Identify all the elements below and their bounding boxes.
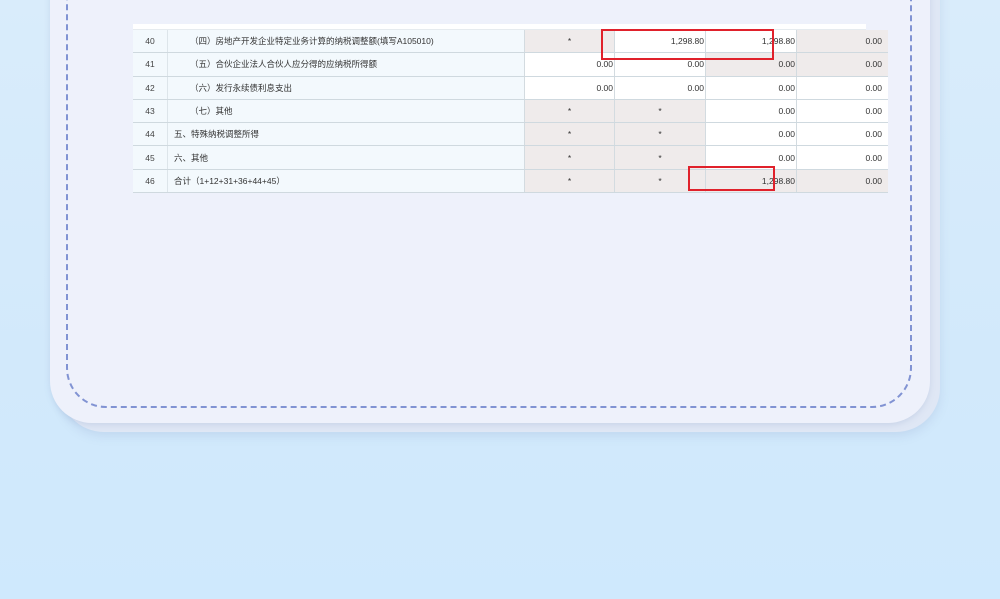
editable-amount-cell[interactable]: 0.00 <box>796 76 888 100</box>
editable-amount-cell[interactable]: 0.00 <box>705 76 797 100</box>
row-number: 45 <box>133 145 168 170</box>
row-label: 五、特殊纳税调整所得 <box>167 122 525 147</box>
readonly-amount-cell: 1,298.80 <box>705 169 797 194</box>
table-row: 43 （七）其他 * * 0.00 0.00 <box>133 99 888 124</box>
row-number: 41 <box>133 52 168 77</box>
editable-amount-cell[interactable]: 0.00 <box>796 145 888 170</box>
readonly-amount-cell: * <box>524 169 615 194</box>
editable-amount-cell[interactable]: 0.00 <box>705 99 797 124</box>
table-row: 41 （五）合伙企业法人合伙人应分得的应纳税所得额 0.00 0.00 0.00 0.00 <box>133 52 888 77</box>
readonly-amount-cell: 0.00 <box>796 169 888 194</box>
readonly-amount-cell: * <box>614 99 706 124</box>
readonly-amount-cell: * <box>614 122 706 147</box>
editable-amount-cell[interactable]: 1,298.80 <box>705 30 797 54</box>
readonly-amount-cell: * <box>614 169 706 194</box>
editable-amount-cell[interactable]: 0.00 <box>705 122 797 147</box>
readonly-amount-cell: 0.00 <box>796 30 888 54</box>
readonly-amount-cell: * <box>524 30 615 54</box>
readonly-amount-cell: * <box>524 145 615 170</box>
row-number: 43 <box>133 99 168 124</box>
tax-adjustment-table-screenshot: 40 （四）房地产开发企业特定业务计算的纳税调整额(填写A105010) * 1,29… <box>133 24 888 194</box>
row-label: 六、其他 <box>167 145 525 170</box>
readonly-amount-cell: 0.00 <box>796 52 888 77</box>
editable-amount-cell[interactable]: 0.00 <box>796 122 888 147</box>
table-row: 42 （六）发行永续债利息支出 0.00 0.00 0.00 0.00 <box>133 76 888 100</box>
table-row: 44 五、特殊纳税调整所得 * * 0.00 0.00 <box>133 122 888 147</box>
editable-amount-cell[interactable]: 1,298.80 <box>614 30 706 54</box>
table-row: 40 （四）房地产开发企业特定业务计算的纳税调整额(填写A105010) * 1,29… <box>133 30 888 54</box>
row-label: （六）发行永续债利息支出 <box>167 76 525 100</box>
readonly-amount-cell: * <box>524 122 615 147</box>
table-body: 40 （四）房地产开发企业特定业务计算的纳税调整额(填写A105010) * 1,29… <box>133 30 888 194</box>
editable-amount-cell[interactable]: 0.00 <box>614 52 706 77</box>
row-number: 42 <box>133 76 168 100</box>
tax-adjustment-table: 40 （四）房地产开发企业特定业务计算的纳税调整额(填写A105010) * 1,29… <box>133 30 888 194</box>
editable-amount-cell[interactable]: 0.00 <box>796 99 888 124</box>
readonly-amount-cell: 0.00 <box>705 52 797 77</box>
readonly-amount-cell: * <box>614 145 706 170</box>
row-label: （四）房地产开发企业特定业务计算的纳税调整额(填写A105010) <box>167 30 525 54</box>
row-number: 46 <box>133 169 168 194</box>
row-label: （七）其他 <box>167 99 525 124</box>
editable-amount-cell[interactable]: 0.00 <box>614 76 706 100</box>
row-number: 44 <box>133 122 168 147</box>
editable-amount-cell[interactable]: 0.00 <box>524 52 615 77</box>
table-row: 46 合计（1+12+31+36+44+45） * * 1,298.80 0.00 <box>133 169 888 194</box>
editable-amount-cell[interactable]: 0.00 <box>524 76 615 100</box>
row-label: 合计（1+12+31+36+44+45） <box>167 169 525 194</box>
row-label: （五）合伙企业法人合伙人应分得的应纳税所得额 <box>167 52 525 77</box>
editable-amount-cell[interactable]: 0.00 <box>705 145 797 170</box>
row-number: 40 <box>133 30 168 54</box>
readonly-amount-cell: * <box>524 99 615 124</box>
table-row: 45 六、其他 * * 0.00 0.00 <box>133 145 888 170</box>
